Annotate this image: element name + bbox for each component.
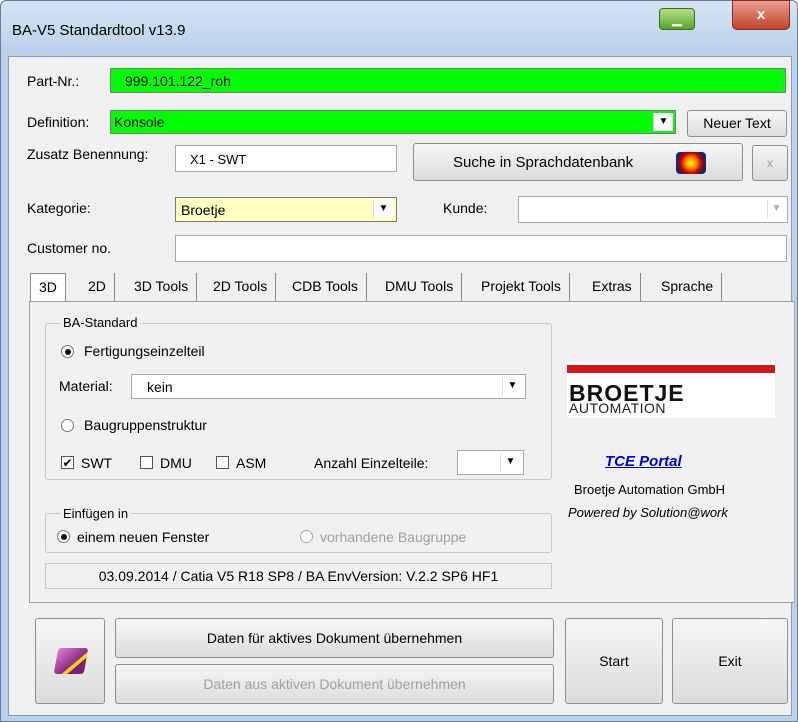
zusatz-label: Zusatz Benennung: xyxy=(27,146,149,162)
zusatz-field[interactable]: X1 - SWT xyxy=(175,145,397,172)
anzahl-label: Anzahl Einzelteile: xyxy=(314,455,429,471)
vorhandene-baugruppe-label: vorhandene Baugruppe xyxy=(320,529,467,545)
material-value: kein xyxy=(147,379,173,395)
radio-neues-fenster[interactable] xyxy=(57,530,70,543)
part-number-field[interactable]: 999.101.122_roh xyxy=(110,68,786,93)
clear-x-button[interactable]: x xyxy=(752,145,788,181)
logo-text-small: AUTOMATION xyxy=(569,400,667,416)
part-number-value: 999.101.122_roh xyxy=(125,73,231,89)
asm-label: ASM xyxy=(236,455,267,471)
book-icon xyxy=(53,648,89,674)
radio-vorhandene-baugruppe[interactable] xyxy=(300,530,313,543)
definition-dropdown[interactable]: Konsole ▼ xyxy=(110,110,676,134)
checkbox-dmu[interactable] xyxy=(140,456,153,469)
suche-sprachdatenbank-button[interactable]: Suche in Sprachdatenbank xyxy=(413,143,743,181)
checkbox-swt[interactable]: ✔ xyxy=(61,456,74,469)
neuer-text-button[interactable]: Neuer Text xyxy=(687,110,787,137)
company-name: Broetje Automation GmbH xyxy=(574,482,726,497)
powered-by: Powered by Solution@work xyxy=(568,505,728,520)
suche-label: Suche in Sprachdatenbank xyxy=(453,154,634,171)
tab-extras[interactable]: Extras xyxy=(584,273,641,301)
definition-value: Konsole xyxy=(114,114,165,130)
neues-fenster-label: einem neuen Fenster xyxy=(77,529,210,545)
radio-baugruppenstruktur[interactable] xyxy=(61,419,74,432)
eye-icon xyxy=(676,152,706,174)
start-button[interactable]: Start xyxy=(565,618,663,704)
tab-2d[interactable]: 2D xyxy=(80,273,115,301)
chevron-down-icon[interactable]: ▼ xyxy=(767,200,785,219)
chevron-down-icon[interactable]: ▼ xyxy=(373,200,393,218)
tab-projekt-tools[interactable]: Projekt Tools xyxy=(473,273,570,301)
tab-cdb-tools[interactable]: CDB Tools xyxy=(284,273,367,301)
version-status-line: 03.09.2014 / Catia V5 R18 SP8 / BA EnvVe… xyxy=(45,563,552,589)
chevron-down-icon[interactable]: ▼ xyxy=(502,377,522,396)
tab-2d-tools[interactable]: 2D Tools xyxy=(205,273,277,301)
help-book-button[interactable] xyxy=(35,618,105,704)
kategorie-dropdown[interactable]: Broetje ▼ xyxy=(175,197,397,222)
chevron-down-icon[interactable]: ▼ xyxy=(653,113,673,131)
material-label: Material: xyxy=(59,378,113,394)
material-dropdown[interactable]: kein ▼ xyxy=(131,374,526,399)
checkbox-asm[interactable] xyxy=(216,456,229,469)
part-label: Part-Nr.: xyxy=(27,73,80,89)
zusatz-value: X1 - SWT xyxy=(190,152,247,167)
chevron-down-icon[interactable]: ▼ xyxy=(500,453,520,472)
customer-label: Customer no. xyxy=(27,240,112,256)
daten-aus-dokument-button[interactable]: Daten aus aktiven Dokument übernehmen xyxy=(115,664,554,704)
kunde-label: Kunde: xyxy=(443,200,488,216)
baugruppenstruktur-label: Baugruppenstruktur xyxy=(84,417,207,433)
close-button[interactable]: x xyxy=(732,0,790,30)
definition-label: Definition: xyxy=(27,114,90,130)
anzahl-dropdown[interactable]: ▼ xyxy=(457,450,524,475)
einfuegen-legend: Einfügen in xyxy=(60,506,132,521)
daten-uebernehmen-button[interactable]: Daten für aktives Dokument übernehmen xyxy=(115,618,554,658)
minimize-button[interactable]: ▁ xyxy=(659,8,695,30)
kategorie-value: Broetje xyxy=(181,202,226,218)
ba-standard-legend: BA-Standard xyxy=(60,315,141,330)
exit-button[interactable]: Exit xyxy=(672,618,788,704)
radio-fertigungseinzelteil[interactable] xyxy=(61,345,74,358)
dmu-label: DMU xyxy=(160,455,192,471)
tce-portal-link[interactable]: TCE Portal xyxy=(605,453,682,470)
tab-3d[interactable]: 3D xyxy=(30,273,66,302)
fertigungseinzelteil-label: Fertigungseinzelteil xyxy=(84,343,205,359)
tab-sprache[interactable]: Sprache xyxy=(653,273,723,301)
kategorie-label: Kategorie: xyxy=(27,200,91,216)
kunde-dropdown[interactable]: ▼ xyxy=(518,196,788,223)
customer-field[interactable] xyxy=(175,235,787,262)
broetje-logo: BROETJE AUTOMATION xyxy=(567,362,775,418)
swt-label: SWT xyxy=(81,455,113,471)
tab-dmu-tools[interactable]: DMU Tools xyxy=(377,273,463,301)
window-title: BA-V5 Standardtool v13.9 xyxy=(12,22,186,39)
tab-3d-tools[interactable]: 3D Tools xyxy=(126,273,198,301)
